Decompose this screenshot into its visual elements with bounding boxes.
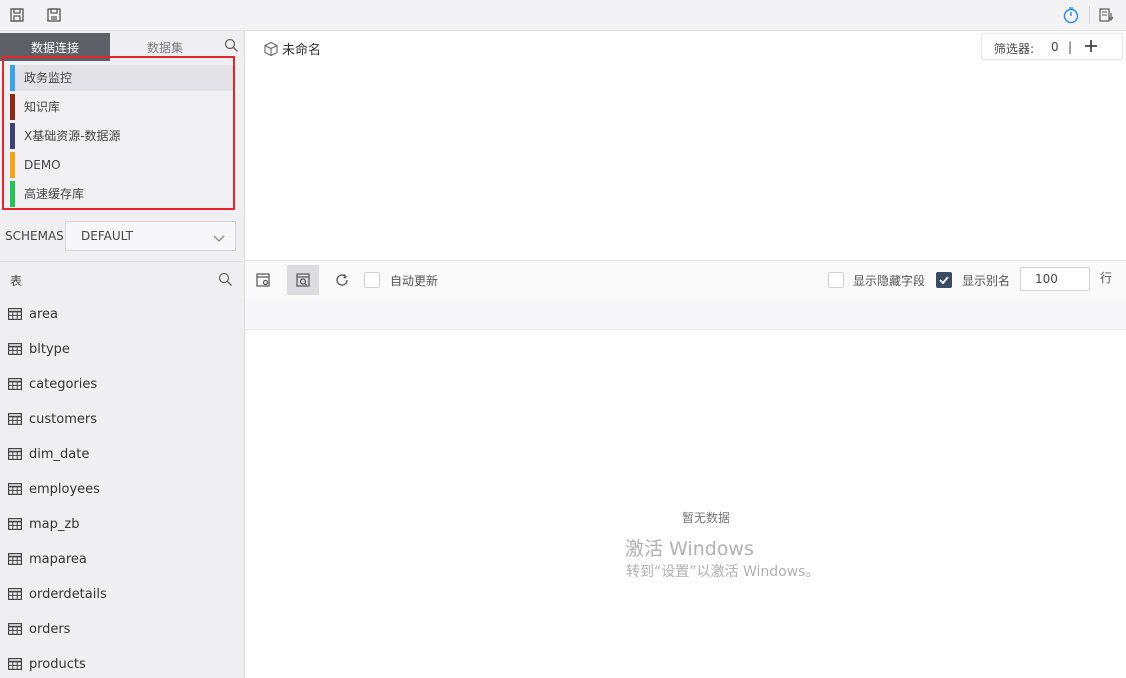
table-name: orders [29, 621, 71, 637]
tab-dataset[interactable]: 数据集 [110, 33, 220, 61]
row-limit-input[interactable]: 100 [1020, 267, 1090, 291]
table-header-strip [245, 298, 1126, 330]
filter-divider: | [1068, 40, 1073, 54]
preview-icon[interactable] [287, 265, 319, 295]
table-name: orderdetails [29, 586, 107, 602]
tables-title: 表 [10, 274, 23, 288]
connection-label: 知识库 [24, 100, 61, 114]
show-alias-checkbox[interactable] [936, 272, 952, 288]
auto-update-checkbox[interactable] [364, 272, 380, 288]
table-icon [8, 658, 22, 670]
show-hidden-label: 显示隐藏字段 [853, 274, 926, 288]
table-list-item[interactable]: orders [8, 619, 70, 639]
table-list-item[interactable]: customers [8, 409, 97, 429]
tab-data-connection[interactable]: 数据连接 [0, 33, 110, 61]
row-unit-label: 行 [1100, 271, 1113, 285]
check-icon [939, 276, 949, 285]
table-name: products [29, 656, 86, 672]
tables-header: 表 [0, 266, 243, 294]
connection-item[interactable]: X基础资源-数据源 [10, 123, 233, 149]
refresh-icon[interactable] [326, 265, 358, 295]
search-icon[interactable] [224, 38, 239, 57]
dataset-title: 未命名 [263, 39, 321, 58]
table-name: bltype [29, 341, 70, 357]
export-icon[interactable] [1096, 5, 1116, 25]
table-list-item[interactable]: categories [8, 374, 97, 394]
schemas-label: SCHEMAS [5, 229, 64, 243]
settings-panel-icon[interactable] [247, 265, 279, 295]
empty-state-text: 暂无数据 [682, 511, 731, 525]
connection-item[interactable]: 知识库 [10, 94, 233, 120]
cube-icon [264, 41, 278, 56]
table-list-item[interactable]: orderdetails [8, 584, 107, 604]
table-list-item[interactable]: products [8, 654, 86, 674]
table-icon [8, 413, 22, 425]
connection-color-bar [10, 181, 15, 207]
toolbar-divider [1089, 6, 1090, 24]
table-icon [8, 343, 22, 355]
table-list-item[interactable]: map_zb [8, 514, 79, 534]
connection-item[interactable]: 政务监控 [10, 65, 233, 91]
table-name: dim_date [29, 446, 90, 462]
save-as-icon[interactable] [44, 5, 64, 25]
connection-item[interactable]: 高速缓存库 [10, 181, 233, 207]
table-list-item[interactable]: area [8, 304, 58, 324]
table-name: area [29, 306, 58, 322]
table-icon [8, 623, 22, 635]
schema-value: DEFAULT [81, 229, 133, 243]
connection-label: 高速缓存库 [24, 187, 85, 201]
plus-icon[interactable] [1082, 37, 1100, 55]
table-icon [8, 308, 22, 320]
table-name: categories [29, 376, 98, 392]
table-icon [8, 588, 22, 600]
preview-toolbar: 自动更新 显示隐藏字段 显示别名 100 行 [245, 260, 1126, 298]
activation-watermark-title: 激活 Windows [625, 538, 754, 560]
save-icon[interactable] [7, 5, 27, 25]
show-hidden-checkbox[interactable] [828, 272, 844, 288]
table-icon [8, 378, 22, 390]
filter-label: 筛选器: [994, 42, 1035, 56]
table-name: employees [29, 481, 100, 497]
connection-color-bar [10, 94, 15, 120]
connection-item[interactable]: DEMO [10, 152, 233, 178]
table-name: maparea [29, 551, 87, 567]
table-list-item[interactable]: dim_date [8, 444, 89, 464]
top-toolbar [0, 0, 1126, 31]
schema-select[interactable]: DEFAULT [65, 221, 236, 251]
search-icon[interactable] [218, 272, 233, 291]
connection-color-bar [10, 152, 15, 178]
table-icon [8, 448, 22, 460]
connection-label: DEMO [24, 158, 61, 172]
dataset-name: 未命名 [282, 43, 322, 58]
table-icon [8, 553, 22, 565]
connection-list: 政务监控 知识库 X基础资源-数据源 DEMO 高速缓存库 [0, 62, 243, 212]
chevron-down-icon [213, 232, 225, 247]
left-tabs: 数据连接 数据集 [0, 31, 245, 61]
left-panel: 数据连接 数据集 政务监控 知识库 X基础资源-数据源 DEMO 高速缓存库 S… [0, 31, 245, 678]
table-icon [8, 518, 22, 530]
filter-count: 0 [1051, 40, 1059, 54]
connection-label: X基础资源-数据源 [24, 129, 121, 143]
connection-color-bar [10, 123, 15, 149]
schema-row: SCHEMAS DEFAULT [0, 219, 243, 253]
auto-update-label: 自动更新 [390, 274, 439, 288]
connection-color-bar [10, 65, 15, 91]
timer-icon[interactable] [1061, 5, 1081, 25]
table-name: customers [29, 411, 97, 427]
table-icon [8, 483, 22, 495]
table-list-item[interactable]: maparea [8, 549, 87, 569]
table-list-item[interactable]: employees [8, 479, 100, 499]
filter-box: 筛选器: 0 | [981, 33, 1123, 60]
divider [0, 261, 243, 262]
show-alias-label: 显示别名 [962, 274, 1011, 288]
table-list-item[interactable]: bltype [8, 339, 70, 359]
activation-watermark-subtitle: 转到“设置”以激活 Windows。 [626, 564, 820, 580]
connection-label: 政务监控 [24, 71, 73, 85]
table-name: map_zb [29, 516, 80, 532]
